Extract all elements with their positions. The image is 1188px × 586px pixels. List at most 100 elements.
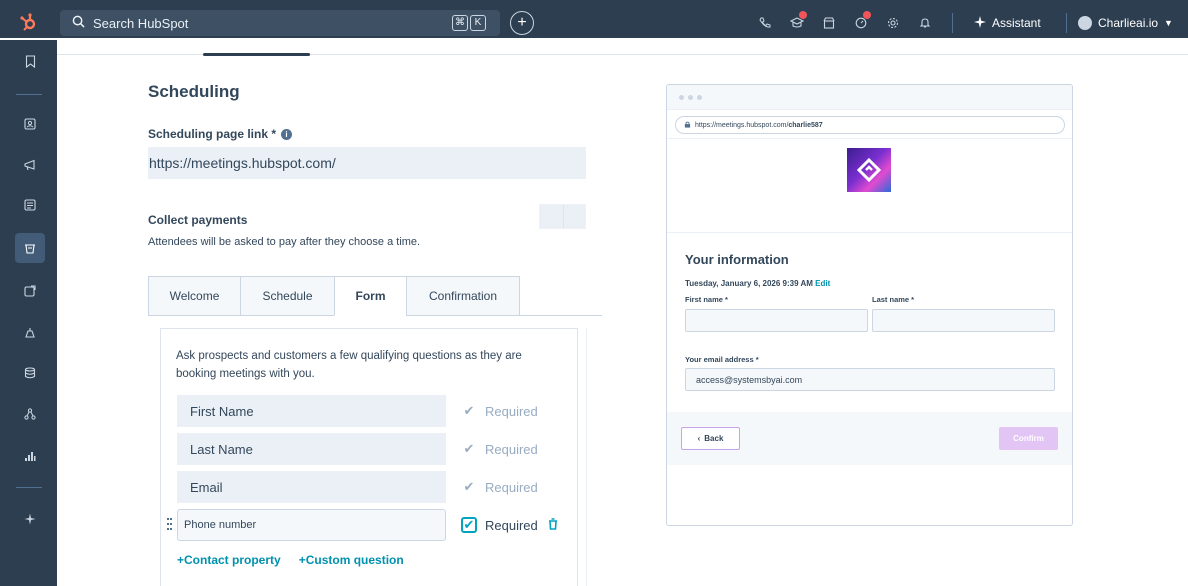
content-icon[interactable] xyxy=(15,190,45,220)
required-first-name: ✔ Required xyxy=(461,403,538,419)
scheduling-heading: Scheduling xyxy=(148,82,240,101)
required-label: Required xyxy=(485,517,538,533)
sparkle-icon xyxy=(974,15,986,31)
hubspot-logo-icon[interactable] xyxy=(0,6,57,40)
add-custom-question-link[interactable]: +Custom question xyxy=(299,553,404,567)
top-icons xyxy=(752,10,961,36)
account-name: Charlieai.io xyxy=(1098,16,1159,30)
trash-icon[interactable] xyxy=(548,517,558,533)
sidebar-divider xyxy=(16,94,42,95)
caret-down-icon: ▼ xyxy=(1164,18,1173,28)
kbd-k: K xyxy=(470,15,486,31)
marketplace-icon[interactable] xyxy=(816,10,842,36)
help-badge xyxy=(863,11,871,19)
meeting-datetime-text: Tuesday, January 6, 2026 9:39 AM xyxy=(685,279,813,288)
form-description: Ask prospects and customers a few qualif… xyxy=(176,350,522,380)
notifications-bell-icon[interactable] xyxy=(912,10,938,36)
collect-payments-label: Collect payments xyxy=(148,213,248,227)
toolbar-divider xyxy=(952,13,953,33)
tab-form[interactable]: Form xyxy=(334,276,406,316)
required-phone-number[interactable]: ✔ Required xyxy=(461,517,558,533)
marketing-megaphone-icon[interactable] xyxy=(15,150,45,180)
partner-network-icon[interactable] xyxy=(15,399,45,429)
form-field-phone-number[interactable]: Phone number xyxy=(177,509,446,541)
required-email: ✔ Required xyxy=(461,479,538,495)
collect-payments-description: Attendees will be asked to pay after the… xyxy=(148,236,421,248)
tab-confirmation[interactable]: Confirmation xyxy=(406,276,520,316)
preview-first-name-input[interactable] xyxy=(685,309,868,332)
help-icon[interactable] xyxy=(848,10,874,36)
browser-chrome xyxy=(667,85,1072,110)
preview-url-prefix: https://meetings.hubspot.com/ xyxy=(695,121,789,129)
checkmark-icon: ✔ xyxy=(463,479,475,494)
tabs-baseline xyxy=(520,315,602,316)
form-field-last-name: Last Name xyxy=(177,433,446,465)
drag-handle-icon[interactable] xyxy=(167,518,173,532)
preview-url-bar: https://meetings.hubspot.com/charlie587 xyxy=(675,116,1065,134)
search-icon xyxy=(72,15,85,31)
keyboard-shortcut: ⌘ K xyxy=(452,15,486,31)
back-label: Back xyxy=(704,434,724,443)
create-new-button[interactable]: + xyxy=(510,11,534,35)
automation-icon[interactable] xyxy=(15,318,45,348)
meeting-datetime: Tuesday, January 6, 2026 9:39 AM Edit xyxy=(685,279,830,288)
bookmark-icon[interactable] xyxy=(15,46,45,76)
phone-icon[interactable] xyxy=(752,10,778,36)
confirm-button[interactable]: Confirm xyxy=(999,427,1058,450)
preview-divider-2 xyxy=(667,232,1072,233)
checkmark-icon: ✔ xyxy=(463,403,475,418)
panel-divider xyxy=(586,328,587,586)
info-icon[interactable]: i xyxy=(281,128,293,140)
tab-welcome[interactable]: Welcome xyxy=(148,276,240,316)
settings-gear-icon[interactable] xyxy=(880,10,906,36)
checkmark-icon: ✔ xyxy=(463,441,475,456)
active-section-indicator xyxy=(203,53,310,56)
scheduling-link-label-text: Scheduling page link * xyxy=(148,127,277,141)
breeze-ai-icon[interactable] xyxy=(15,504,45,534)
academy-icon[interactable] xyxy=(784,10,810,36)
collect-payments-toggle[interactable] xyxy=(539,204,586,229)
form-field-email: Email xyxy=(177,471,446,503)
preview-footer: ‹ Back Confirm xyxy=(667,412,1072,465)
data-management-icon[interactable] xyxy=(15,358,45,388)
assistant-divider xyxy=(1066,13,1067,33)
your-information-heading: Your information xyxy=(685,252,789,267)
reporting-chart-icon[interactable] xyxy=(15,441,45,471)
edit-datetime-link[interactable]: Edit xyxy=(815,279,830,288)
back-button[interactable]: ‹ Back xyxy=(681,427,740,450)
add-contact-property-link[interactable]: +Contact property xyxy=(177,553,281,567)
scheduling-link-label: Scheduling page link * i xyxy=(148,127,293,141)
required-label: Required xyxy=(485,403,538,419)
last-name-label: Last name * xyxy=(872,295,915,304)
required-label: Required xyxy=(485,479,538,495)
service-icon[interactable] xyxy=(15,276,45,306)
assistant-label: Assistant xyxy=(992,16,1041,30)
top-navigation-bar: Search HubSpot ⌘ K + Assistant Charlieai… xyxy=(0,0,1188,44)
email-label: Your email address * xyxy=(685,355,759,364)
assistant-button[interactable]: Assistant xyxy=(974,15,1041,31)
avatar xyxy=(1078,16,1092,30)
kbd-cmd: ⌘ xyxy=(452,15,468,31)
commerce-icon[interactable] xyxy=(15,233,45,263)
scheduling-link-value: https://meetings.hubspot.com/ xyxy=(149,155,336,171)
notification-badge xyxy=(799,11,807,19)
search-placeholder: Search HubSpot xyxy=(93,15,189,31)
chevron-left-icon: ‹ xyxy=(697,434,701,443)
preview-divider xyxy=(667,138,1072,139)
preview-last-name-input[interactable] xyxy=(872,309,1055,332)
search-input[interactable]: Search HubSpot ⌘ K xyxy=(60,10,500,36)
account-menu[interactable]: Charlieai.io ▼ xyxy=(1078,16,1173,30)
required-last-name: ✔ Required xyxy=(461,441,538,457)
form-field-first-name: First Name xyxy=(177,395,446,427)
contacts-icon[interactable] xyxy=(15,109,45,139)
scheduling-link-input[interactable]: https://meetings.hubspot.com/ xyxy=(148,147,586,179)
tab-schedule[interactable]: Schedule xyxy=(240,276,334,316)
preview-url-user: charlie587 xyxy=(788,121,823,129)
preview-email-input[interactable]: access@systemsbyai.com xyxy=(685,368,1055,391)
add-links: +Contact property +Custom question xyxy=(177,553,404,567)
lock-icon xyxy=(684,121,691,130)
required-checkbox[interactable]: ✔ xyxy=(461,517,477,533)
main-content: Scheduling Scheduling page link * i http… xyxy=(57,40,1188,586)
form-questions-card: Ask prospects and customers a few qualif… xyxy=(160,328,578,586)
left-sidebar xyxy=(0,40,57,586)
